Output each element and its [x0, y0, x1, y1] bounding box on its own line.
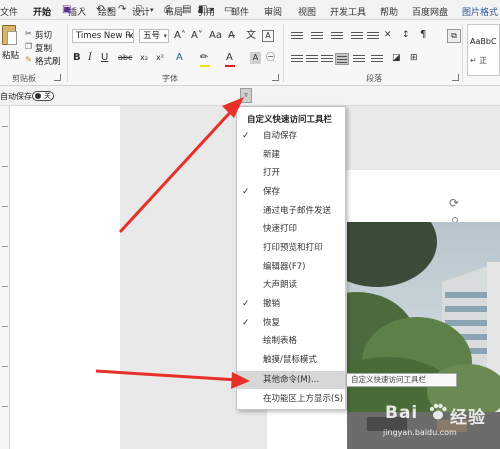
arrow-line-to-qat [118, 104, 238, 234]
watermark-brand-text: Bai [385, 403, 419, 423]
annotation-arrows [95, 97, 250, 389]
watermark-suffix: 经验 [450, 408, 486, 428]
arrow-head-to-qat [222, 97, 244, 118]
watermark-url: jingyan.baidu.com [383, 428, 457, 437]
baidu-paw-logo-icon [429, 403, 447, 420]
arrow-head-to-more-commands [231, 372, 250, 389]
watermark-brand: Bai [385, 403, 418, 423]
arrow-line-to-more-commands [95, 369, 239, 382]
